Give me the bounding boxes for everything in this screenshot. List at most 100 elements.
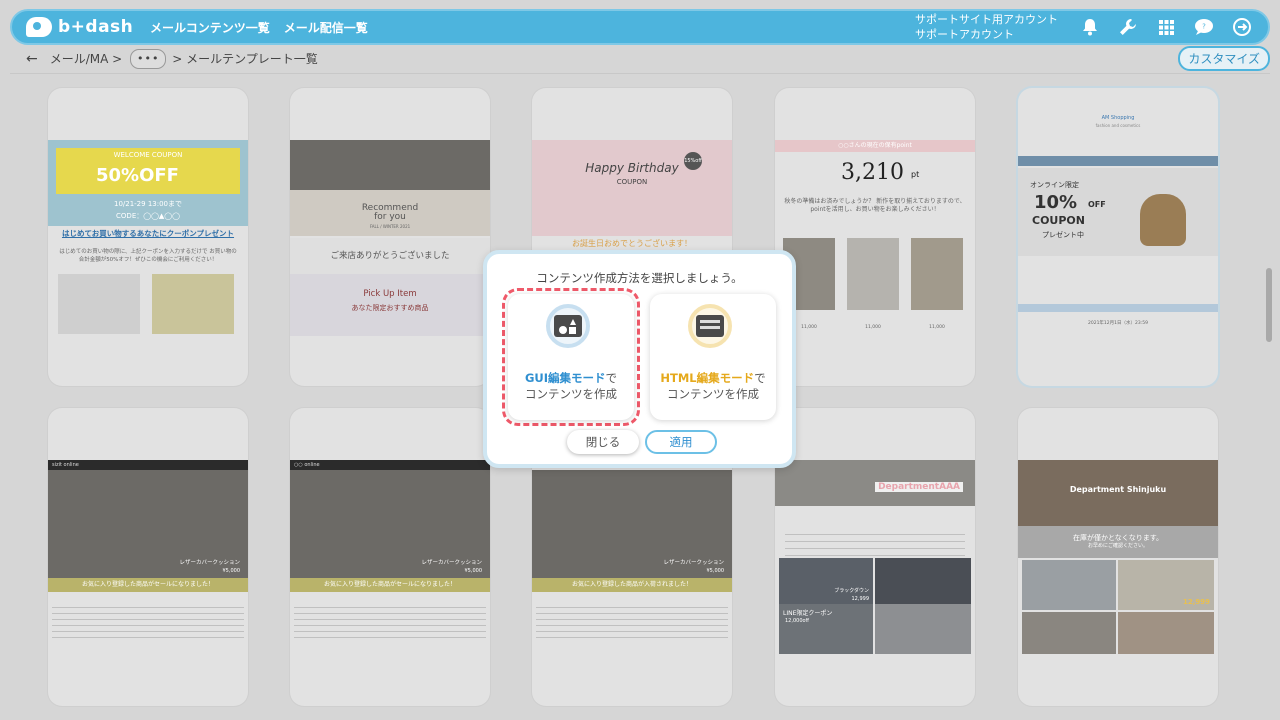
coupon-pct: 10%	[1034, 192, 1078, 213]
template-card-sale-2[interactable]: ○○ online レザーカバークッション ¥5,000 お気に入り登録した商品…	[290, 408, 490, 706]
gui-option-label: GUI編集モードで コンテンツを作成	[508, 370, 634, 402]
html-mode-name: HTML編集モード	[660, 371, 755, 385]
restock-banner: お気に入り登録した商品が入荷されました！	[532, 578, 732, 592]
photo-caption: レザーカバークッション	[179, 560, 240, 566]
points-header-text: ○○さんの現在の保有point	[838, 142, 912, 149]
sneaker-photo-2: 12,999	[1118, 560, 1214, 610]
photo-price: ¥5,000	[222, 568, 241, 574]
gui-mode-name: GUI編集モード	[524, 371, 606, 385]
product-image-bag	[58, 274, 140, 334]
points-note: 秋冬の準備はお済みでしょうか？ 新作を取り揃えておりますので、pointを活用し…	[784, 198, 966, 213]
coupon-title: はじめてお買い物するあなたにクーポンプレゼント	[61, 229, 235, 238]
model-photo-2	[847, 238, 899, 310]
svg-text:?: ?	[1202, 23, 1206, 31]
template-card-department-aaa[interactable]: DepartmentAAA ブラックダウン 12,999 LINE限定クーポン …	[775, 408, 975, 706]
html-edit-mode-option[interactable]: HTML編集モードで コンテンツを作成	[650, 294, 776, 420]
brand-sub: fashion and cosmetics	[1095, 123, 1141, 128]
breadcrumb-current: > メールテンプレート一覧	[172, 52, 318, 66]
birthday-off-badge: 15%off	[684, 152, 702, 170]
chat-icon[interactable]: ?	[1194, 17, 1214, 37]
apply-button[interactable]: 適用	[645, 430, 717, 454]
html-mode-icon	[688, 304, 732, 348]
body-text-lines	[52, 602, 244, 642]
close-button[interactable]: 閉じる	[567, 430, 639, 454]
season-text: FALL / WINTER 2021	[369, 224, 411, 229]
coupon-date: 10/21-29 13:00まで	[113, 200, 182, 208]
photo-price: ¥5,000	[464, 568, 483, 574]
content-mode-dialog: コンテンツ作成方法を選択しましょう。 GUI編集モードで コンテンツを作成 HT…	[483, 250, 796, 468]
template-card-points[interactable]: ○○さんの現在の保有point 3,210 pt 秋冬の準備はお済みでしょうか？…	[775, 88, 975, 386]
breadcrumb-mail-ma[interactable]: メール/MA >	[50, 50, 122, 67]
template-card-recommend[interactable]: Recommend for you FALL / WINTER 2021 ご来店…	[290, 88, 490, 386]
template-card-online-coupon[interactable]: AM Shopping fashion and cosmetics オンライン限…	[1018, 88, 1218, 386]
store-header: ○○ online	[290, 460, 490, 470]
coupon-expiry: 2021年12月1日（水）23:59	[1087, 321, 1148, 326]
template-card-department-shinjuku[interactable]: Department Shinjuku 在庫が僅かとなくなります。 お早めにご確…	[1018, 408, 1218, 706]
birthday-message: お誕生日おめでとうございます！	[572, 239, 692, 248]
html-option-label: HTML編集モードで コンテンツを作成	[650, 370, 776, 402]
back-arrow-icon[interactable]: ←	[26, 51, 38, 67]
sale-banner-text: お気に入り登録した商品がセールになりました！	[81, 581, 214, 588]
sneaker-photo-1	[1022, 560, 1116, 610]
photo-price: ¥5,000	[706, 568, 725, 574]
gui-edit-mode-option[interactable]: GUI編集モードで コンテンツを作成	[508, 294, 634, 420]
brand-name: AM Shopping	[1101, 115, 1135, 121]
coupon-note: はじめてのお買い物の際に、上記クーポンを入力するだけで お買い物の合計金額が50…	[59, 249, 237, 263]
points-unit: pt	[911, 170, 920, 179]
present-text: プレゼント中	[1042, 231, 1084, 239]
coupon-code: CODE：◯◯▲◯◯	[116, 212, 180, 220]
sale-banner: お気に入り登録した商品がセールになりました！	[290, 578, 490, 592]
logout-icon[interactable]	[1232, 17, 1252, 37]
birthday-coupon: COUPON	[616, 178, 648, 186]
product-price: 11,000	[929, 325, 945, 330]
breadcrumb-ellipsis-button[interactable]: •••	[130, 48, 167, 69]
bear-illustration	[1140, 194, 1186, 246]
thanks-band: ご来店ありがとうございました	[290, 238, 490, 274]
sale-banner: お気に入り登録した商品がセールになりました！	[48, 578, 248, 592]
nav-mail-delivery[interactable]: メール配信一覧	[284, 19, 368, 36]
coat-photo	[875, 558, 971, 604]
body-text-lines	[294, 602, 486, 642]
ticker-bar	[1018, 156, 1218, 166]
top-navigation-bar: b+dash メールコンテンツ一覧 メール配信一覧 サポートサイト用アカウント …	[10, 9, 1270, 45]
nav-mail-contents[interactable]: メールコンテンツ一覧	[150, 19, 270, 36]
html-suffix: で	[754, 371, 766, 385]
line-coupon-value: 12,000off	[785, 618, 809, 624]
points-value-area: 3,210 pt	[775, 154, 975, 190]
page-scrollbar-thumb[interactable]	[1266, 268, 1272, 342]
app-logo[interactable]: b+dash	[26, 17, 136, 37]
store-header: sizit online	[48, 460, 248, 470]
product-price: 12,999	[851, 596, 870, 602]
coupon-percent: 50%OFF	[96, 165, 179, 186]
sale-banner-text: お気に入り登録した商品がセールになりました！	[323, 581, 456, 588]
gui-suffix: で	[605, 371, 618, 385]
coupon-word: COUPON	[1032, 214, 1085, 227]
body-text-lines	[785, 528, 965, 558]
product-price: 12,999	[1182, 598, 1210, 606]
grid-icon[interactable]	[1156, 17, 1176, 37]
coupon-banner: WELCOME COUPON 50%OFF 10/21-29 13:00まで C…	[48, 140, 248, 226]
shinjuku-brand: Department Shinjuku	[1069, 485, 1167, 494]
product-photo	[875, 604, 971, 654]
stock-message: 在庫が僅かとなくなります。	[1072, 534, 1164, 542]
pickup-subtitle: あなた限定おすすめ商品	[351, 304, 429, 312]
product-price: 11,000	[865, 325, 881, 330]
foryou-text: for you	[374, 212, 406, 222]
logo-icon	[26, 17, 52, 37]
template-card-welcome-coupon[interactable]: WELCOME COUPON 50%OFF 10/21-29 13:00まで C…	[48, 88, 248, 386]
recommend-text: Recommend	[361, 203, 419, 213]
customize-button[interactable]: カスタマイズ	[1178, 46, 1270, 71]
account-name: サポートサイト用アカウント	[915, 13, 1058, 26]
gui-mode-icon	[546, 304, 590, 348]
account-info[interactable]: サポートサイト用アカウント サポートアカウント	[915, 12, 1058, 42]
living-room-photo: レザーカバークッション ¥5,000	[290, 470, 490, 578]
wrench-icon[interactable]	[1118, 17, 1138, 37]
bell-icon[interactable]	[1080, 17, 1100, 37]
dialog-title: コンテンツ作成方法を選択しましょう。	[536, 271, 743, 285]
body-text-lines	[536, 602, 728, 642]
product-name: ブラックダウン	[834, 588, 869, 594]
shoes-photo: Recommend for you FALL / WINTER 2021	[290, 190, 490, 236]
online-limited: オンライン限定	[1030, 181, 1079, 189]
photo-caption: レザーカバークッション	[421, 560, 482, 566]
template-card-sale-1[interactable]: sizit online レザーカバークッション ¥5,000 お気に入り登録し…	[48, 408, 248, 706]
